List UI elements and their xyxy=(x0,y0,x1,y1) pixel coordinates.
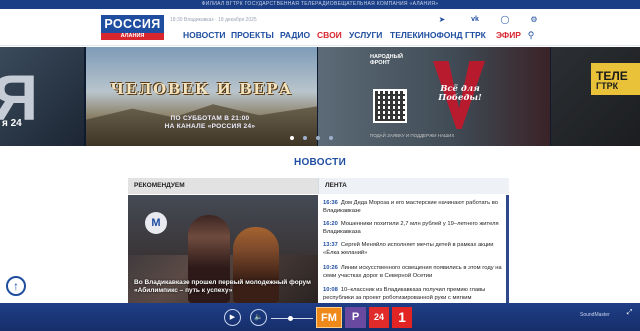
slide-narodny-front[interactable]: НАРОДНЫЙ ФРОНТ Всё для Победы! ПОДАЙ ЗАЯ… xyxy=(318,47,550,146)
front-label: НАРОДНЫЙ ФРОНТ xyxy=(370,54,403,66)
carousel-dot-1[interactable] xyxy=(290,136,294,140)
carousel-dot-4[interactable] xyxy=(329,136,333,140)
promo-carousel: Я я 24 ЧЕЛОВЕК И ВЕРА ПО СУББОТАМ В 21:0… xyxy=(0,47,640,146)
feed-text: 10–классник из Владикавказа получил прем… xyxy=(323,287,486,301)
slide-left-caption: я 24 xyxy=(2,118,22,129)
front-footer: ПОДАЙ ЗАЯВКУ И ПОДДЕРЖИ НАШИХ xyxy=(370,133,455,138)
feed-text: Мошенники похитили 2,7 млн рублей у 19–л… xyxy=(323,221,499,235)
site-logo[interactable]: РОССИЯ АЛАНИЯ xyxy=(101,15,164,40)
search-icon[interactable]: ⚲ xyxy=(526,30,536,40)
carousel-dot-3[interactable] xyxy=(316,136,320,140)
nav-item-services[interactable]: УСЛУГИ xyxy=(349,29,382,41)
slide-title: ЧЕЛОВЕК И ВЕРА xyxy=(110,80,293,98)
slide-schedule: ПО СУББОТАМ В 21:00 НА КАНАЛЕ «РОССИЯ 24… xyxy=(110,115,310,131)
nav-item-projects[interactable]: ПРОЕКТЫ xyxy=(231,29,274,41)
list-item[interactable]: 16:20 Мошенники похитили 2,7 млн рублей у… xyxy=(323,221,503,236)
play-icon: ▶ xyxy=(229,314,236,321)
slide-chelovek-i-vera[interactable]: ЧЕЛОВЕК И ВЕРА ПО СУББОТАМ В 21:00 НА КА… xyxy=(86,47,317,146)
nav-item-radio[interactable]: РАДИО xyxy=(280,29,310,41)
nav-item-svoi[interactable]: СВОИ xyxy=(317,29,342,41)
scroll-to-top-button[interactable]: ↑ xyxy=(6,276,26,296)
list-item[interactable]: 13:37 Сергей Меняйло исполняет мечты дете… xyxy=(323,242,503,257)
nav-item-efir[interactable]: ЭФИР xyxy=(496,29,521,41)
feed-time: 10:26 xyxy=(323,265,338,271)
feed-text: Сергей Меняйло исполняет мечты детей в р… xyxy=(323,242,494,256)
featured-caption: Во Владикавказе прошел первый молодежный… xyxy=(134,279,311,294)
news-feed: 16:36 Дом Деда Мороза и его мастерские на… xyxy=(319,195,509,303)
front-label-2: ФРОНТ xyxy=(370,60,390,66)
feed-time: 13:37 xyxy=(323,242,338,248)
channel-fm[interactable]: FM xyxy=(316,307,342,328)
header: РОССИЯ АЛАНИЯ 18:30 Владикавказ · 18 дек… xyxy=(0,9,640,46)
slide-russia24[interactable]: Я я 24 xyxy=(0,47,84,146)
ok-icon[interactable]: ◯ xyxy=(500,15,510,25)
featured-story[interactable]: M Во Владикавказе прошел первый молодежн… xyxy=(128,195,318,303)
list-item[interactable]: 16:36 Дом Деда Мороза и его мастерские на… xyxy=(323,200,503,215)
top-strip: ФИЛИАЛ ВГТРК ГОСУДАРСТВЕННАЯ ТЕЛЕРАДИОВЕ… xyxy=(0,0,640,9)
radio-player-bar: ▶ 🔈 FM Р 24 1 xyxy=(0,303,640,331)
nav-item-telekinofond[interactable]: ТЕЛЕКИНОФОНД xyxy=(390,29,463,41)
slogan-line-2: Победы! xyxy=(438,93,482,103)
feed-time: 10:08 xyxy=(323,287,338,293)
list-item[interactable]: 10:08 10–классник из Владикавказа получил… xyxy=(323,287,503,302)
feed-text: Линии искусственного освещения появились… xyxy=(323,265,502,279)
header-datetime: 18:30 Владикавказ · 18 декабря 2025 xyxy=(170,17,257,23)
mute-button[interactable]: 🔈 xyxy=(250,309,267,326)
tab-feed[interactable]: ЛЕНТА xyxy=(318,178,509,194)
social-icons: ➤ vk ◯ ⚙ xyxy=(437,15,542,25)
carousel-dots xyxy=(288,136,348,142)
channel-russia24[interactable]: 24 xyxy=(369,307,389,328)
speaker-icon: 🔈 xyxy=(254,314,263,321)
nav-item-gtrk[interactable]: ГТРК xyxy=(465,29,486,41)
news-section-title[interactable]: НОВОСТИ xyxy=(0,157,640,168)
schedule-line-1: ПО СУББОТАМ В 21:00 xyxy=(170,115,250,122)
logo-title: РОССИЯ xyxy=(104,17,161,31)
news-tabs: РЕКОМЕНДУЕМ ЛЕНТА xyxy=(128,178,509,194)
channel-radio-rossii[interactable]: Р xyxy=(345,307,366,328)
telegram-icon[interactable]: ➤ xyxy=(437,15,447,25)
volume-knob[interactable] xyxy=(288,316,293,321)
expand-icon[interactable]: ⤢ xyxy=(625,308,634,317)
arrow-up-icon: ↑ xyxy=(13,279,19,293)
feed-time: 16:20 xyxy=(323,221,338,227)
feed-time: 16:36 xyxy=(323,200,338,206)
schedule-line-2: НА КАНАЛЕ «РОССИЯ 24» xyxy=(164,123,256,130)
list-item[interactable]: 10:26 Линии искусственного освещения появ… xyxy=(323,265,503,280)
tab-recommended[interactable]: РЕКОМЕНДУЕМ xyxy=(128,178,318,194)
settings-icon[interactable]: ⚙ xyxy=(529,15,539,25)
vk-icon[interactable]: vk xyxy=(470,15,480,25)
feed-text: Дом Деда Мороза и его мастерские начинаю… xyxy=(323,200,498,214)
player-brand: SoundMaster xyxy=(580,312,610,318)
tele-label-2: ГТРК xyxy=(596,81,619,91)
pobeda-emblem: Всё для Победы! xyxy=(423,61,495,129)
nav-item-news[interactable]: НОВОСТИ xyxy=(183,29,226,41)
slide-teleradio[interactable]: ТЕЛЕ ГТРК xyxy=(551,47,640,146)
channel-russia1[interactable]: 1 xyxy=(392,307,412,328)
logo-subtitle: АЛАНИЯ xyxy=(101,33,164,40)
carousel-dot-2[interactable] xyxy=(303,136,307,140)
qr-code xyxy=(373,89,407,123)
play-button[interactable]: ▶ xyxy=(224,309,241,326)
feature-logo: M xyxy=(145,212,167,234)
